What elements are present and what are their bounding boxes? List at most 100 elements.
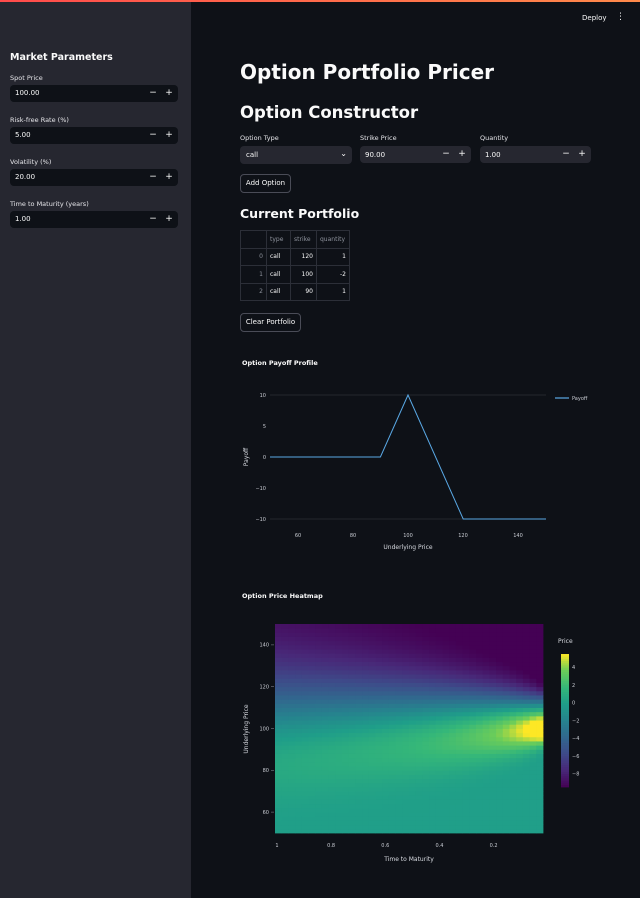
minus-icon[interactable]: − [146,129,160,142]
heatmap-cell [308,728,316,734]
heatmap-cell [328,665,336,671]
cell-type[interactable]: call [266,265,291,284]
heatmap-cell [529,824,537,830]
heatmap-cell [321,778,329,784]
cell-type[interactable]: call [266,247,291,266]
heatmap-cell [395,682,403,688]
heatmap-cell [301,766,309,771]
spot-price-input[interactable]: 100.00 − + [10,85,178,102]
heatmap-cell [462,649,470,654]
heatmap-cell [362,820,370,826]
cell-quantity[interactable]: -2 [316,265,350,284]
heatmap-cell [482,711,490,717]
heatmap-cell [362,791,370,796]
plus-icon[interactable]: + [162,87,176,100]
option-type-select[interactable]: call ⌄ [240,146,352,164]
heatmap-cell [509,741,517,746]
add-option-button[interactable]: Add Option [240,174,291,193]
cell-strike[interactable]: 90 [290,282,317,301]
minus-icon[interactable]: − [146,171,160,184]
time-to-maturity-input[interactable]: 1.00 − + [10,211,178,228]
heatmap-cell [375,816,383,821]
column-header-type[interactable]: type [266,230,291,249]
heatmap-cell [455,795,463,800]
heatmap-cell [402,828,410,834]
heatmap-cell [449,828,457,834]
heatmap-cell [462,640,470,646]
cell-type[interactable]: call [266,282,291,301]
heatmap-cell [422,761,430,767]
heatmap-cell [462,761,470,767]
column-header-quantity[interactable]: quantity [316,230,350,249]
heatmap-cell [301,728,309,734]
y-tick-label: 0 [263,455,266,461]
heatmap-cell [509,636,517,642]
cell-quantity[interactable]: 1 [316,247,350,266]
menu-icon[interactable]: ⋮ [616,12,625,22]
plus-icon[interactable]: + [455,148,469,161]
cell-strike[interactable]: 120 [290,247,317,266]
heatmap-cell [422,774,430,780]
volatility-input[interactable]: 20.00 − + [10,169,178,186]
heatmap-cell [288,728,296,734]
minus-icon[interactable]: − [559,148,573,161]
strike-price-input[interactable]: 90.00 − + [360,146,471,163]
heatmap-cell [489,682,497,688]
heatmap-cell [509,782,517,788]
heatmap-cell [315,807,323,813]
heatmap-cell [382,757,390,763]
heatmap-cell [315,644,323,650]
heatmap-cell [321,761,329,767]
heatmap-cell [462,644,470,650]
plus-icon[interactable]: + [162,213,176,226]
colorbar-segment [561,658,569,662]
heatmap-cell [522,644,530,650]
heatmap-cell [335,782,343,788]
minus-icon[interactable]: − [439,148,453,161]
column-header-strike[interactable]: strike [290,230,317,249]
heatmap-cell [435,778,443,784]
quantity-input[interactable]: 1.00 − + [480,146,591,163]
risk-free-rate-value: 5.00 [15,131,31,139]
heatmap-cell [288,807,296,813]
plus-icon[interactable]: + [162,129,176,142]
heatmap-cell [288,644,296,650]
heatmap-cell [382,715,390,721]
heatmap-cell [422,757,430,763]
x-tick-label: 0.2 [490,843,498,849]
heatmap-cell [522,745,530,750]
plus-icon[interactable]: + [575,148,589,161]
plus-icon[interactable]: + [162,171,176,184]
heatmap-cell [328,782,336,788]
heatmap-cell [489,732,497,738]
heatmap-cell [502,674,510,679]
heatmap-cell [375,644,383,650]
heatmap-cell [455,678,463,683]
heatmap-cell [348,728,356,734]
colorbar-segment [561,738,569,741]
heatmap-cell [288,774,296,780]
heatmap-cell [281,741,289,746]
deploy-button[interactable]: Deploy [582,14,607,22]
cell-quantity[interactable]: 1 [316,282,350,301]
heatmap-cell [496,678,504,683]
heatmap-cell [281,753,289,759]
risk-free-rate-input[interactable]: 5.00 − + [10,127,178,144]
column-header-index[interactable] [240,230,267,249]
heatmap-cell [469,749,477,754]
minus-icon[interactable]: − [146,87,160,100]
heatmap-cell [429,812,437,817]
minus-icon[interactable]: − [146,213,160,226]
heatmap-cell [342,624,350,629]
heatmap-cell [449,636,457,642]
heatmap-cell [496,703,504,708]
heatmap-cell [442,774,450,780]
heatmap-cell [281,715,289,721]
heatmap-cell [348,812,356,817]
heatmap-cell [295,774,303,780]
heatmap-cell [409,728,417,734]
option-type-value: call [246,151,259,159]
heatmap-cell [308,820,316,826]
cell-strike[interactable]: 100 [290,265,317,284]
clear-portfolio-button[interactable]: Clear Portfolio [240,313,301,332]
